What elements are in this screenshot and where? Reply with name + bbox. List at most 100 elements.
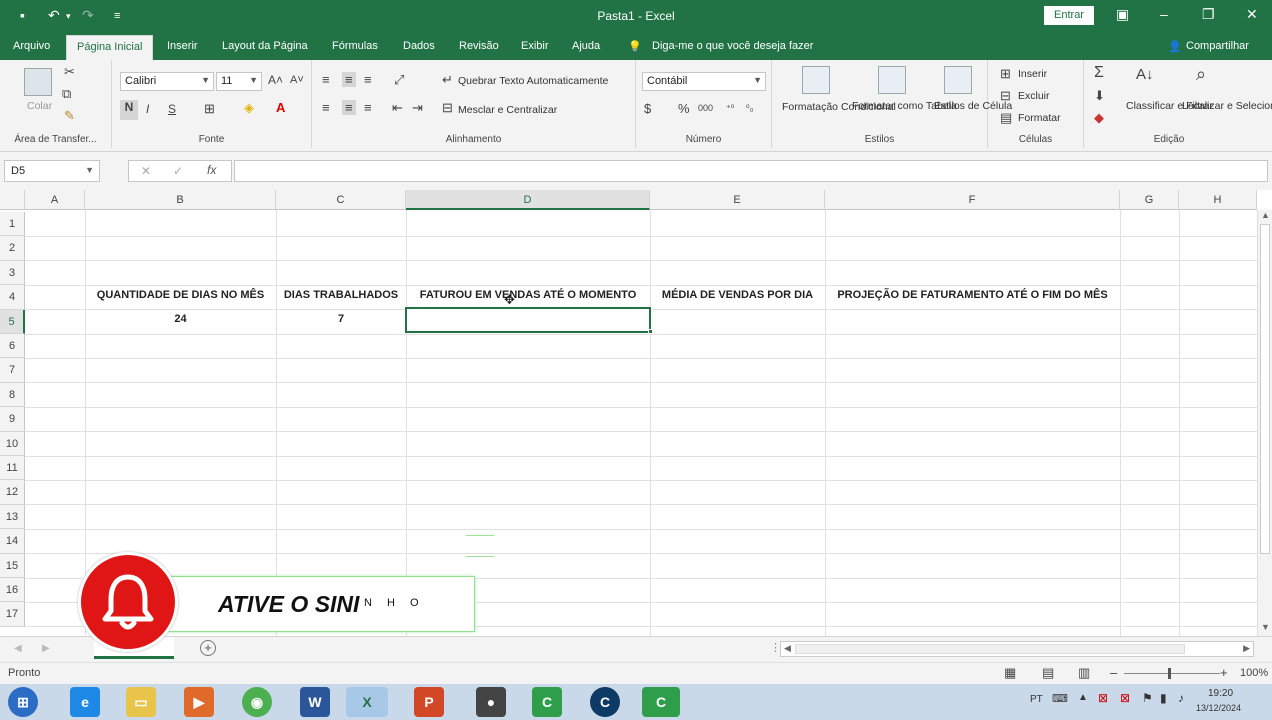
find-select-button[interactable]: Localizar e Selecionar	[1182, 100, 1272, 112]
antivirus-icon[interactable]: ⊠	[1098, 691, 1108, 705]
cell-c4[interactable]: DIAS TRABALHADOS	[276, 289, 406, 301]
ribbon-display-icon[interactable]: ▣	[1116, 6, 1129, 23]
fill-icon[interactable]: ⬇	[1094, 88, 1105, 104]
increase-decimal-icon[interactable]: ⁺⁰	[726, 103, 734, 114]
page-break-icon[interactable]: ▥	[1078, 665, 1090, 681]
scroll-up-icon[interactable]: ▲	[1261, 210, 1270, 220]
share-button[interactable]: Compartilhar	[1186, 40, 1249, 52]
zoom-in-icon[interactable]: +	[1220, 665, 1228, 680]
borders-icon[interactable]: ⊞	[204, 101, 215, 117]
align-middle-icon[interactable]: ≡	[342, 72, 356, 87]
scroll-down-icon[interactable]: ▼	[1261, 622, 1270, 632]
c-app-icon[interactable]: C	[590, 687, 620, 717]
cell-b4[interactable]: QUANTIDADE DE DIAS NO MÊS	[85, 289, 276, 301]
network-icon[interactable]: ▮	[1160, 691, 1167, 705]
tell-me-search[interactable]: Diga-me o que você deseja fazer	[652, 40, 813, 52]
align-bottom-icon[interactable]: ≡	[364, 72, 372, 87]
zoom-level[interactable]: 100%	[1240, 667, 1268, 679]
camtasia-recorder-icon[interactable]: C	[642, 687, 680, 717]
bold-button[interactable]: N	[120, 100, 138, 120]
restore-icon[interactable]: ❐	[1202, 6, 1215, 23]
tab-pagina-inicial[interactable]: Página Inicial	[66, 35, 154, 60]
excel-icon[interactable]: X	[346, 687, 388, 717]
insert-cells-button[interactable]: Inserir	[1018, 68, 1047, 80]
row-header-6[interactable]: 6	[0, 334, 25, 359]
horizontal-scrollbar[interactable]: ◀ ▶	[780, 641, 1254, 657]
ie-icon[interactable]: e	[70, 687, 100, 717]
media-player-icon[interactable]: ▶	[184, 687, 214, 717]
orientation-icon[interactable]: ⤢	[394, 72, 404, 88]
grow-font-icon[interactable]: A˄	[268, 73, 283, 87]
find-select-icon[interactable]: ⌕	[1196, 64, 1206, 85]
insert-cells-icon[interactable]: ⊞	[1000, 66, 1011, 82]
column-header-h[interactable]: H	[1179, 190, 1257, 210]
word-icon[interactable]: W	[300, 687, 330, 717]
row-header-9[interactable]: 9	[0, 407, 25, 432]
merge-center-button[interactable]: Mesclar e Centralizar	[458, 104, 557, 116]
row-header-17[interactable]: 17	[0, 602, 25, 627]
row-header-5[interactable]: 5	[0, 309, 25, 334]
cell-f4[interactable]: PROJEÇÃO DE FATURAMENTO ATÉ O FIM DO MÊS	[825, 289, 1120, 301]
fill-handle[interactable]	[648, 329, 653, 334]
vertical-scrollbar[interactable]: ▲ ▼	[1257, 210, 1272, 636]
wrap-text-button[interactable]: Quebrar Texto Automaticamente	[458, 75, 608, 87]
close-icon[interactable]: ✕	[1246, 6, 1258, 23]
row-header-15[interactable]: 15	[0, 553, 25, 578]
column-header-a[interactable]: A	[25, 190, 85, 210]
name-box[interactable]: D5 ▼	[4, 160, 100, 182]
security-icon[interactable]: ⊠	[1120, 691, 1130, 705]
minimize-icon[interactable]: –	[1160, 6, 1168, 22]
clock-date[interactable]: 13/12/2024	[1196, 703, 1241, 713]
cell-b5[interactable]: 24	[85, 313, 276, 325]
row-header-11[interactable]: 11	[0, 456, 25, 481]
align-left-icon[interactable]: ≡	[322, 100, 330, 115]
increase-indent-icon[interactable]: ⇥	[412, 100, 423, 116]
tab-revisao[interactable]: Revisão	[459, 40, 499, 52]
page-layout-icon[interactable]: ▤	[1042, 665, 1054, 681]
add-sheet-icon[interactable]: +	[200, 640, 216, 656]
clock-time[interactable]: 19:20	[1208, 688, 1233, 699]
format-cells-icon[interactable]: ▤	[1000, 110, 1012, 126]
keyboard-icon[interactable]: ⌨	[1052, 692, 1068, 705]
column-header-c[interactable]: C	[276, 190, 406, 210]
cell-styles-icon[interactable]	[944, 66, 972, 94]
row-header-10[interactable]: 10	[0, 431, 25, 456]
shrink-font-icon[interactable]: A˅	[290, 74, 304, 86]
cell-c5[interactable]: 7	[276, 313, 406, 325]
formula-input[interactable]	[234, 160, 1268, 182]
row-header-8[interactable]: 8	[0, 382, 25, 408]
paste-icon[interactable]	[24, 68, 52, 96]
tab-ajuda[interactable]: Ajuda	[572, 40, 600, 52]
format-table-icon[interactable]	[878, 66, 906, 94]
clear-icon[interactable]: ◆	[1094, 110, 1104, 126]
copy-icon[interactable]: ⧉	[62, 86, 71, 102]
chevron-down-icon[interactable]: ▼	[85, 165, 94, 175]
align-right-icon[interactable]: ≡	[364, 100, 372, 115]
column-header-e[interactable]: E	[650, 190, 825, 210]
fill-color-icon[interactable]: ◈	[244, 100, 254, 116]
normal-view-icon[interactable]: ▦	[1004, 665, 1016, 681]
chrome-icon[interactable]: ◉	[242, 687, 272, 717]
insert-function-icon[interactable]: fx	[207, 163, 216, 177]
scroll-thumb[interactable]	[1260, 224, 1270, 554]
start-button[interactable]: ⊞	[8, 687, 38, 717]
align-center-icon[interactable]: ≡	[342, 100, 356, 115]
h-scroll-thumb[interactable]	[795, 644, 1185, 654]
tray-arrow-icon[interactable]: ▲	[1078, 692, 1088, 703]
explorer-icon[interactable]: ▭	[126, 687, 156, 717]
volume-icon[interactable]: ♪	[1178, 691, 1184, 705]
powerpoint-icon[interactable]: P	[414, 687, 444, 717]
font-name-select[interactable]: Calibri ▼	[120, 72, 214, 91]
column-header-b[interactable]: B	[85, 190, 276, 210]
row-header-2[interactable]: 2	[0, 236, 25, 261]
column-header-d[interactable]: D	[406, 190, 650, 210]
align-top-icon[interactable]: ≡	[322, 72, 330, 87]
tab-formulas[interactable]: Fórmulas	[332, 40, 378, 52]
zoom-out-icon[interactable]: –	[1110, 665, 1117, 680]
delete-cells-icon[interactable]: ⊟	[1000, 88, 1011, 104]
enter-icon[interactable]: ✓	[173, 164, 183, 178]
conditional-format-icon[interactable]	[802, 66, 830, 94]
obs-icon[interactable]: ●	[476, 687, 506, 717]
cancel-icon[interactable]: ✕	[141, 164, 151, 178]
tab-arquivo[interactable]: Arquivo	[13, 40, 50, 52]
